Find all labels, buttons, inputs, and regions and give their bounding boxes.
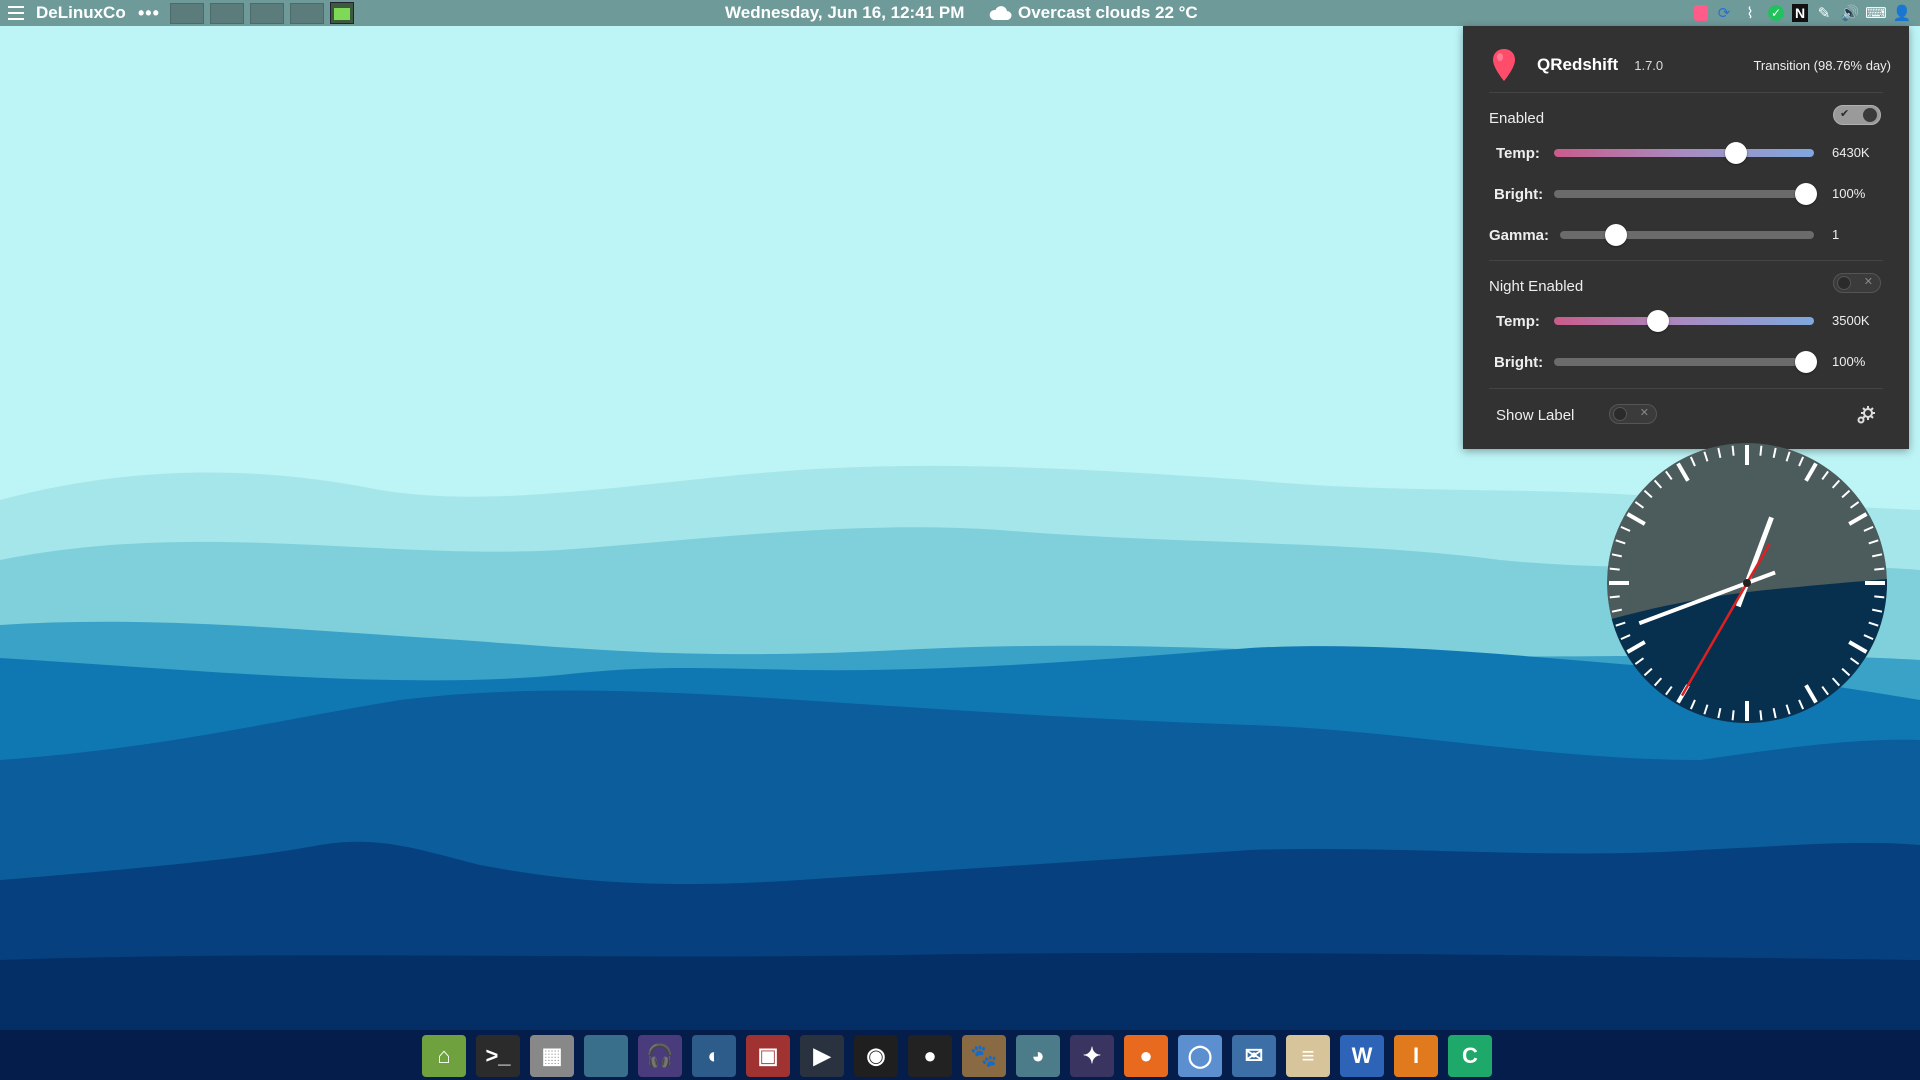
gamma-knob[interactable] bbox=[1604, 224, 1627, 246]
night-bright-slider[interactable] bbox=[1554, 351, 1818, 373]
night-temp-label: Temp: bbox=[1496, 312, 1540, 330]
color-picker-icon[interactable]: ● bbox=[908, 1035, 952, 1077]
day-bright-label: Bright: bbox=[1494, 185, 1544, 203]
day-bright-knob[interactable] bbox=[1795, 183, 1818, 205]
top-panel: DeLinuxCo ••• Wednesday, Jun 16, 12:41 P… bbox=[0, 0, 1920, 26]
enabled-label: Enabled bbox=[1489, 109, 1545, 127]
minute-tick bbox=[1609, 595, 1620, 599]
system-tray: ⟳ ⌇ ✓ N ✎ 🔊 ⌨ 👤 bbox=[1694, 0, 1912, 26]
weather-label: Overcast clouds 22 °C bbox=[1018, 3, 1198, 22]
show-label-label: Show Label bbox=[1496, 406, 1575, 424]
image-viewer-icon[interactable] bbox=[584, 1035, 628, 1077]
workspace-3[interactable] bbox=[250, 2, 284, 24]
enabled-toggle[interactable]: ✔ bbox=[1833, 105, 1881, 125]
check-icon[interactable]: ✓ bbox=[1766, 3, 1786, 23]
sync-icon[interactable]: ⟳ bbox=[1714, 3, 1734, 23]
workspace-switcher bbox=[170, 0, 354, 26]
x-mark-icon: ✕ bbox=[1639, 407, 1649, 419]
gimp-icon[interactable]: 🐾 bbox=[962, 1035, 1006, 1077]
qredshift-header: QRedshift 1.7.0 Transition (98.76% day) bbox=[1491, 48, 1891, 82]
analog-clock-widget bbox=[1607, 443, 1887, 723]
app-version: 1.7.0 bbox=[1634, 57, 1664, 73]
user-icon[interactable]: 👤 bbox=[1892, 3, 1912, 23]
app-title: QRedshift bbox=[1537, 55, 1619, 74]
panel-datetime[interactable]: Wednesday, Jun 16, 12:41 PM bbox=[725, 0, 964, 26]
night-temp-value: 3500K bbox=[1832, 313, 1870, 328]
n-app-icon[interactable]: N bbox=[1792, 4, 1808, 22]
divider bbox=[1489, 260, 1883, 261]
day-bright-value: 100% bbox=[1832, 186, 1866, 201]
night-temp-slider[interactable] bbox=[1554, 310, 1814, 332]
impress-icon[interactable]: I bbox=[1394, 1035, 1438, 1077]
gamma-label: Gamma: bbox=[1489, 226, 1550, 244]
workspace-2[interactable] bbox=[210, 2, 244, 24]
x-mark-icon: ✕ bbox=[1863, 276, 1873, 288]
clock-center bbox=[1743, 579, 1751, 587]
menu-icon[interactable] bbox=[8, 0, 28, 26]
night-enabled-toggle[interactable]: ✕ bbox=[1833, 273, 1881, 293]
video-editor-icon[interactable]: ▣ bbox=[746, 1035, 790, 1077]
keyboard-icon[interactable]: ⌨ bbox=[1865, 3, 1887, 23]
minute-tick bbox=[1759, 710, 1763, 721]
audio-player-icon[interactable]: 🎧 bbox=[638, 1035, 682, 1077]
check-mark-icon: ✔ bbox=[1840, 108, 1850, 120]
minute-tick bbox=[1731, 445, 1735, 456]
night-bright-label: Bright: bbox=[1494, 353, 1544, 371]
gamma-value: 1 bbox=[1832, 227, 1840, 242]
notes-icon[interactable]: ≡ bbox=[1286, 1035, 1330, 1077]
firefox-icon[interactable]: ● bbox=[1124, 1035, 1168, 1077]
divider bbox=[1489, 92, 1883, 93]
minute-tick bbox=[1874, 567, 1885, 571]
settings-gear-icon[interactable] bbox=[1855, 404, 1877, 426]
night-bright-knob[interactable] bbox=[1795, 351, 1818, 373]
workspace-1[interactable] bbox=[170, 2, 204, 24]
location-pin-icon bbox=[1493, 49, 1515, 81]
calc-icon[interactable]: C bbox=[1448, 1035, 1492, 1077]
dock: ⌂ >_ ▦ 🎧 ◐ ▣ ▶ ◉ ● 🐾 ◕ ✦ ● ◯ ✉ ≡ W I C bbox=[422, 1035, 1492, 1077]
chromium-icon[interactable]: ◯ bbox=[1178, 1035, 1222, 1077]
system-monitor-icon[interactable] bbox=[330, 2, 354, 24]
night-temp-knob[interactable] bbox=[1647, 310, 1669, 332]
minute-tick bbox=[1874, 595, 1885, 599]
day-temp-knob[interactable] bbox=[1725, 142, 1747, 164]
night-enabled-label: Night Enabled bbox=[1489, 277, 1584, 295]
day-temp-slider[interactable] bbox=[1554, 142, 1814, 164]
redshift-icon[interactable] bbox=[1694, 5, 1708, 21]
paperclip-icon[interactable]: ⌇ bbox=[1740, 3, 1760, 23]
day-bright-slider[interactable] bbox=[1554, 183, 1818, 205]
blender-icon[interactable]: ◐ bbox=[692, 1035, 736, 1077]
word-processor-icon[interactable]: W bbox=[1340, 1035, 1384, 1077]
weather-applet[interactable]: Overcast clouds 22 °C bbox=[988, 0, 1198, 26]
minute-tick bbox=[1609, 567, 1620, 571]
workspace-4[interactable] bbox=[290, 2, 324, 24]
gamma-slider[interactable] bbox=[1560, 224, 1814, 246]
night-bright-value: 100% bbox=[1832, 354, 1866, 369]
terminal-icon[interactable]: >_ bbox=[476, 1035, 520, 1077]
pen-icon[interactable]: ✎ bbox=[1814, 3, 1834, 23]
day-temp-value: 6430K bbox=[1832, 145, 1870, 160]
cloud-icon bbox=[989, 6, 1012, 20]
volume-icon[interactable]: 🔊 bbox=[1840, 3, 1860, 23]
transition-status: Transition (98.76% day) bbox=[1753, 57, 1891, 73]
minute-tick bbox=[1759, 445, 1763, 456]
calculator-icon[interactable]: ▦ bbox=[530, 1035, 574, 1077]
home-folder-icon[interactable]: ⌂ bbox=[422, 1035, 466, 1077]
show-label-toggle[interactable]: ✕ bbox=[1609, 404, 1657, 424]
bluefish-icon[interactable]: ◕ bbox=[1016, 1035, 1060, 1077]
panel-brand-label[interactable]: DeLinuxCo bbox=[36, 0, 126, 26]
media-player-icon[interactable]: ▶ bbox=[800, 1035, 844, 1077]
camera-icon[interactable]: ◉ bbox=[854, 1035, 898, 1077]
divider bbox=[1489, 388, 1883, 389]
mail-icon[interactable]: ✉ bbox=[1232, 1035, 1276, 1077]
minute-tick bbox=[1731, 710, 1735, 721]
more-options-icon[interactable]: ••• bbox=[138, 0, 160, 26]
inkscape-bird-icon[interactable]: ✦ bbox=[1070, 1035, 1114, 1077]
qredshift-popup: QRedshift 1.7.0 Transition (98.76% day) … bbox=[1463, 26, 1909, 449]
day-temp-label: Temp: bbox=[1496, 144, 1540, 162]
